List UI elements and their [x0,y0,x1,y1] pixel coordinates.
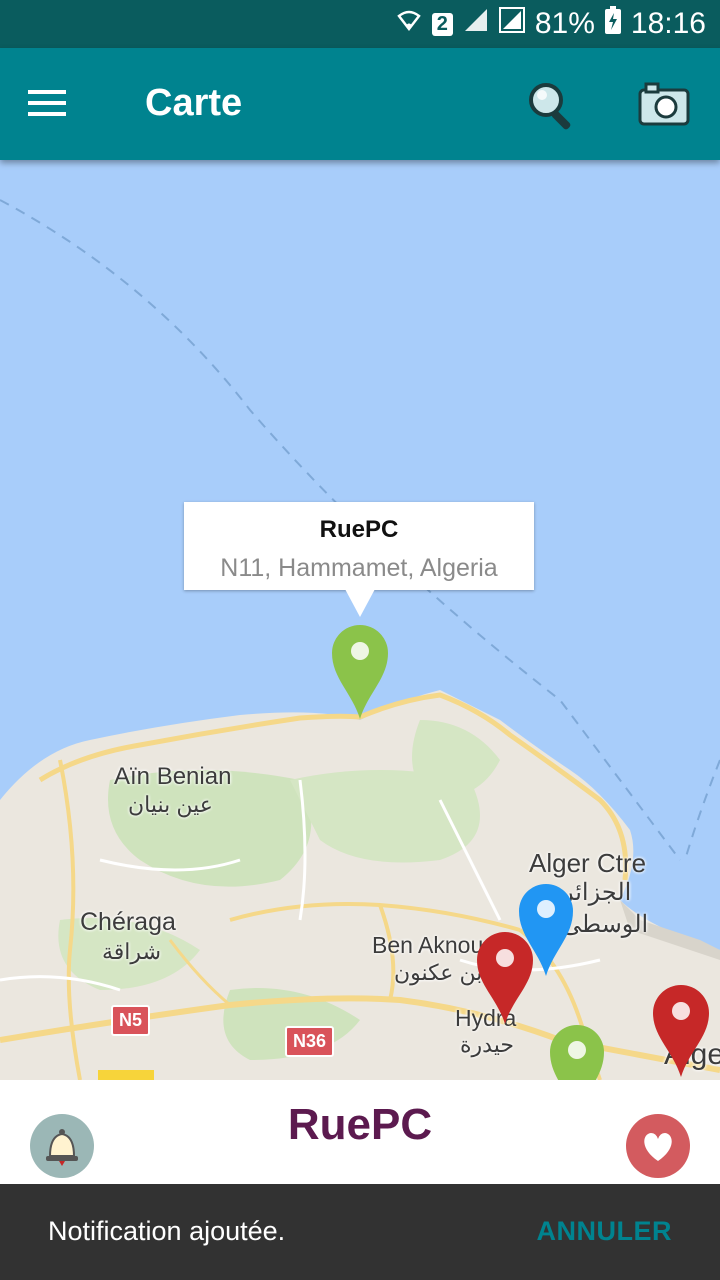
place-bottom-sheet: RuePC [0,1080,720,1184]
map-label-alger-ctre: Alger Ctre [529,848,647,878]
map-label-ben-aknoun-ar: بن عكنون [394,960,483,985]
snackbar-message: Notification ajoutée. [48,1216,286,1246]
status-bar: 2 81% 18:16 [0,0,720,48]
map-marker-green-2[interactable] [548,1023,606,1080]
map-label-hydra-ar: حيدرة [460,1032,514,1057]
map-label-ben-aknoun: Ben Aknou [372,932,484,958]
map-marker-red-1[interactable] [475,930,535,1026]
map-label-cheraga: Chéraga [80,908,176,936]
battery-icon [604,6,621,42]
camera-icon[interactable] [638,82,690,126]
snackbar-undo-button[interactable]: ANNULER [537,1216,673,1247]
road-shield-n36: N36 [285,1026,335,1057]
road-shield-yellow [98,1070,154,1080]
place-name: RuePC [287,1100,433,1149]
menu-icon[interactable] [28,86,68,120]
battery-percent: 81% [534,7,595,40]
road-shield-n5: N5 [111,1005,151,1036]
clock: 18:16 [630,7,706,40]
search-icon[interactable] [526,80,578,132]
sim-badge: 2 [431,12,453,36]
marker-info-window[interactable]: RuePC N11, Hammamet, Algeria [184,502,534,590]
map-label-cheraga-ar: شراقة [102,939,161,964]
app-bar: Carte [0,48,720,160]
page-title: Carte [145,82,243,124]
map-marker-selected[interactable] [330,623,390,721]
info-window-title: RuePC [319,516,399,543]
info-window-address: N11, Hammamet, Algeria [220,554,498,582]
map-label-ain-benian-ar: عين بنيان [128,792,213,817]
info-window-pointer [345,589,375,617]
wifi-icon [396,7,422,41]
map-label-ain-benian: Aïn Benian [114,763,232,790]
signal-icon [463,7,489,41]
heart-icon[interactable] [626,1114,690,1178]
map-view[interactable]: Aïn Benian عين بنيان Chéraga شراقة Ben A… [0,160,720,1080]
snackbar: Notification ajoutée. ANNULER [0,1184,720,1280]
map-marker-red-2[interactable] [651,983,711,1079]
signal-icon-2 [498,7,525,41]
